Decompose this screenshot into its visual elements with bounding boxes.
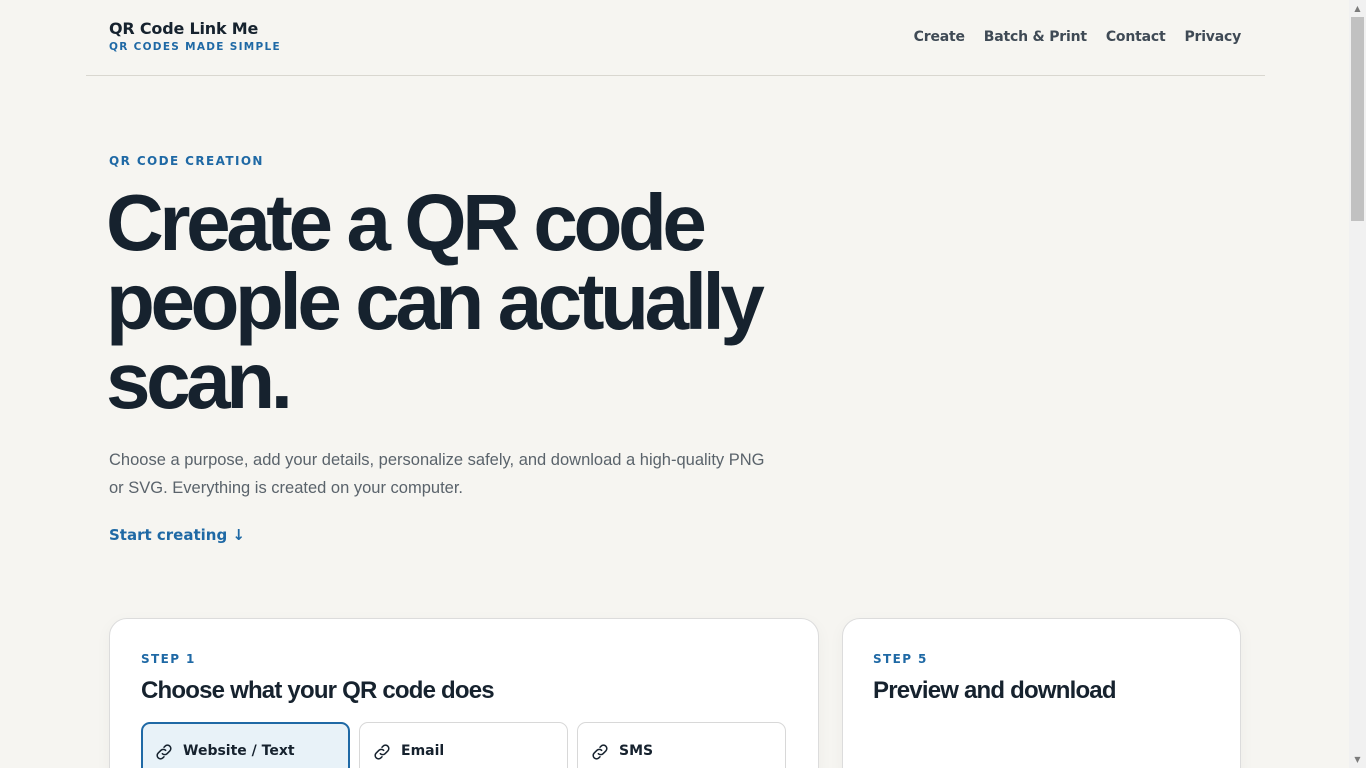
- hero-title-line: scan.: [106, 336, 293, 425]
- nav-batch-print[interactable]: Batch & Print: [984, 29, 1087, 45]
- scroll-thumb[interactable]: [1351, 17, 1364, 221]
- step5-title: Preview and download: [873, 677, 1117, 704]
- hero-description: Choose a purpose, add your details, pers…: [109, 451, 765, 497]
- scroll-up-arrow-icon[interactable]: ▲: [1349, 0, 1366, 17]
- step5-label: STEP 5: [873, 652, 928, 666]
- hero-title: Create a QR code people can actually sca…: [106, 178, 806, 425]
- option-label: Email: [401, 743, 445, 759]
- site-header: QR Code Link Me QR CODES MADE SIMPLE Cre…: [86, 0, 1265, 76]
- nav-privacy[interactable]: Privacy: [1184, 29, 1241, 45]
- page: QR Code Link Me QR CODES MADE SIMPLE Cre…: [0, 0, 1366, 768]
- link-icon: [374, 744, 390, 760]
- brand-name: QR Code Link Me: [109, 19, 259, 38]
- brand-logo[interactable]: QR Code Link Me QR CODES MADE SIMPLE: [109, 19, 281, 53]
- main-nav: Create Batch & Print Contact Privacy: [914, 29, 1242, 45]
- hero-eyebrow: QR CODE CREATION: [109, 154, 264, 168]
- step1-label: STEP 1: [141, 652, 196, 666]
- step1-title: Choose what your QR code does: [141, 677, 495, 704]
- hero-title-line: Create a QR code: [106, 178, 707, 267]
- scroll-down-arrow-icon[interactable]: ▼: [1349, 751, 1366, 768]
- hero-title-line: people can actually: [106, 257, 765, 346]
- nav-contact[interactable]: Contact: [1106, 29, 1166, 45]
- nav-create[interactable]: Create: [914, 29, 965, 45]
- vertical-scrollbar[interactable]: ▲ ▼: [1349, 0, 1366, 768]
- option-label: Website / Text: [183, 743, 295, 759]
- brand-tagline: QR CODES MADE SIMPLE: [109, 41, 281, 53]
- option-website-text[interactable]: Website / Text: [141, 722, 350, 768]
- option-sms[interactable]: SMS: [577, 722, 786, 768]
- option-label: SMS: [619, 743, 654, 759]
- option-email[interactable]: Email: [359, 722, 568, 768]
- link-icon: [592, 744, 608, 760]
- link-icon: [156, 744, 172, 760]
- start-creating-link[interactable]: Start creating ↓: [109, 526, 245, 544]
